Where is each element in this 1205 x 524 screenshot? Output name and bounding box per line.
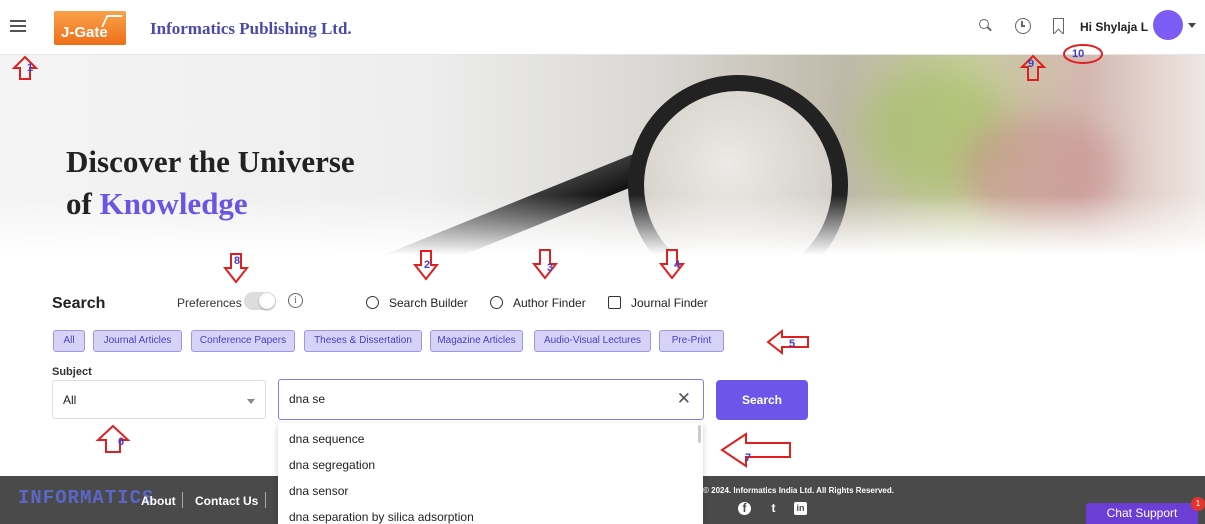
scrollbar[interactable] [698,425,701,443]
subject-label: Subject [52,366,92,378]
footer-link-about[interactable]: About [141,494,176,508]
annotation-number: 5 [789,338,796,350]
chip-audio-visual-lectures[interactable]: Audio-Visual Lectures [534,330,651,352]
annotation-arrow-left [720,432,792,468]
chip-all[interactable]: All [53,330,85,352]
preferences-toggle[interactable] [244,292,276,310]
chevron-down-icon [247,399,255,404]
history-clock-icon[interactable] [1015,18,1031,34]
j-gate-logo[interactable]: J-Gate [54,11,126,45]
org-name: Informatics Publishing Ltd. [150,19,352,38]
annotation-arrow-up [94,424,132,454]
suggestion-item[interactable]: dna sequence [289,432,364,446]
avatar[interactable] [1153,10,1183,40]
annotation-arrow-down [658,248,686,280]
annotation-number: 10 [1072,48,1085,60]
chip-pre-print[interactable]: Pre-Print [659,330,724,352]
info-icon[interactable]: i [288,293,303,308]
chip-journal-articles[interactable]: Journal Articles [93,330,182,352]
search-builder-label: Search Builder [389,296,468,310]
journal-finder-button[interactable]: Journal Finder [608,296,708,310]
chat-badge: 1 [1191,497,1205,511]
facebook-icon[interactable]: f [738,502,751,515]
chat-support-button[interactable]: Chat Support [1086,503,1198,524]
annotation-number: 9 [1028,58,1035,70]
bookmark-icon[interactable] [1053,18,1064,34]
search-heading: Search [52,295,106,312]
footer-logo: INFORMATICS [18,487,155,509]
annotation-number: 2 [424,259,431,271]
close-icon[interactable]: ✕ [677,389,691,409]
suggestion-item[interactable]: dna separation by silica adsorption [289,510,474,524]
journal-finder-label: Journal Finder [631,296,708,310]
search-builder-icon [366,296,379,309]
menu-icon[interactable] [10,20,26,32]
copyright-text: © 2024. Informatics India Ltd. All Right… [703,486,894,495]
annotation-number: 6 [118,436,125,448]
author-finder-button[interactable]: Author Finder [490,296,586,310]
journal-icon [608,296,621,309]
chevron-down-icon[interactable] [1188,23,1196,28]
search-button[interactable]: Search [716,380,808,420]
search-query-value: dna se [289,392,326,406]
author-finder-label: Author Finder [513,296,586,310]
hero-title-prefix: of [66,186,100,221]
chip-theses-dissertation[interactable]: Theses & Dissertation [304,330,422,352]
suggestion-item[interactable]: dna sensor [289,484,348,498]
footer-link-contact[interactable]: Contact Us [195,494,258,508]
annotation-arrow-left [766,328,810,356]
top-bar: J-Gate Informatics Publishing Ltd. Hi Sh… [0,0,1205,55]
person-icon [490,296,503,309]
annotation-number: 7 [745,452,752,464]
search-icon[interactable] [978,18,994,34]
chip-conference-papers[interactable]: Conference Papers [191,330,295,352]
hero-title: Discover the Universe of Knowledge [66,141,355,225]
suggestion-item[interactable]: dna segregation [289,458,375,472]
suggestion-dropdown: dna sequence dna segregation dna sensor … [278,423,703,524]
preferences-label: Preferences [177,296,242,310]
annotation-arrow-down [531,248,559,280]
hero-title-line1: Discover the Universe [66,144,355,179]
hero-title-accent: Knowledge [99,186,248,221]
annotation-number: 3 [547,262,554,274]
subject-value: All [63,393,77,407]
search-input[interactable]: dna se ✕ [278,379,704,420]
annotation-arrow-up [11,55,39,81]
user-greeting[interactable]: Hi Shylaja L [1080,20,1148,34]
annotation-number: 1 [27,62,34,74]
annotation-number: 4 [674,259,681,271]
subject-select[interactable]: All [52,380,266,419]
annotation-number: 8 [234,255,241,267]
chip-magazine-articles[interactable]: Magazine Articles [430,330,523,352]
linkedin-icon[interactable]: in [794,502,807,515]
twitter-icon[interactable]: t [767,502,780,515]
search-builder-button[interactable]: Search Builder [366,296,468,310]
